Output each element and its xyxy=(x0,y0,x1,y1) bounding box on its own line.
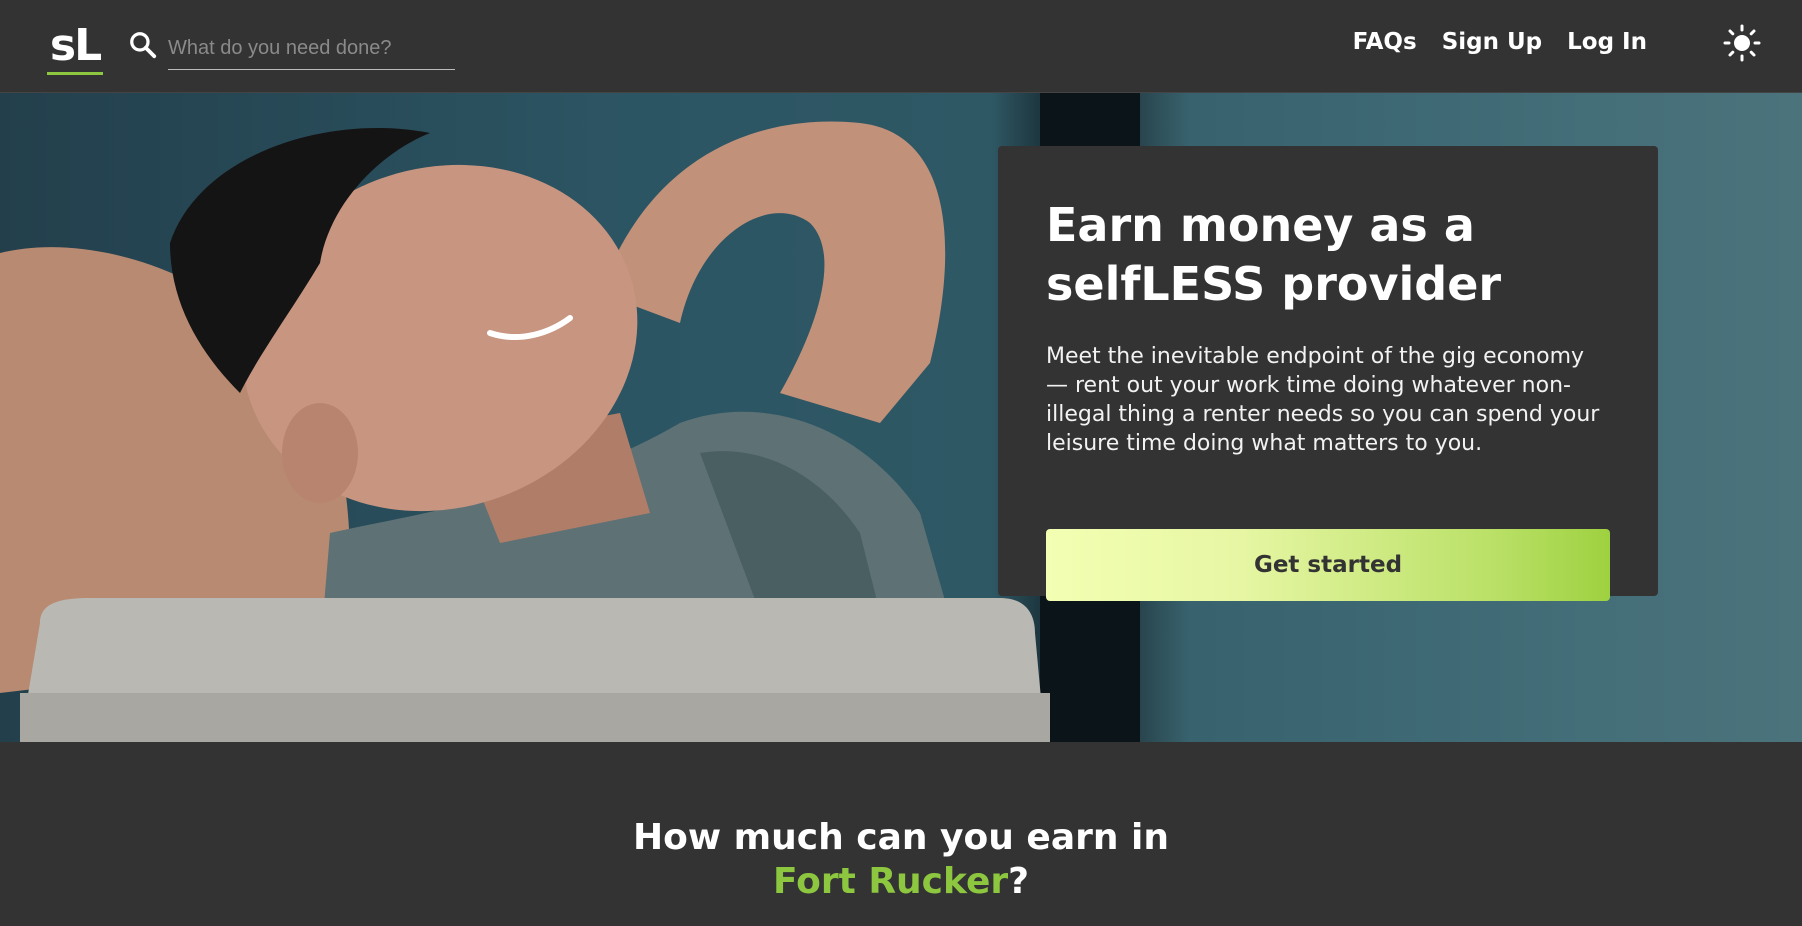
earnings-heading-text: How much can you earn in xyxy=(632,817,1170,858)
earnings-heading: How much can you earn in Fort Rucker? xyxy=(0,816,1802,904)
hero-title-line2: selfLESS provider xyxy=(1046,257,1502,311)
main-nav: FAQs Sign Up Log In xyxy=(1353,29,1647,55)
sun-icon[interactable] xyxy=(1722,23,1762,63)
nav-link-log-in[interactable]: Log In xyxy=(1567,29,1647,55)
search-input[interactable] xyxy=(168,28,455,70)
site-logo[interactable]: sL xyxy=(47,20,103,75)
hero-card: Earn money as a selfLESS provider Meet t… xyxy=(998,146,1658,601)
earnings-city[interactable]: Fort Rucker xyxy=(773,861,1008,902)
hero-description: Meet the inevitable endpoint of the gig … xyxy=(1046,344,1600,456)
hero-title: Earn money as a selfLESS provider xyxy=(1046,196,1610,314)
get-started-button[interactable]: Get started xyxy=(1046,529,1610,601)
top-navigation-bar: sL FAQs Sign Up Log In xyxy=(0,0,1802,93)
earnings-question-mark: ? xyxy=(1008,861,1030,902)
nav-link-faqs[interactable]: FAQs xyxy=(1353,29,1417,55)
nav-link-sign-up[interactable]: Sign Up xyxy=(1442,29,1542,55)
search-icon[interactable] xyxy=(128,30,158,60)
hero-section: Earn money as a selfLESS provider Meet t… xyxy=(0,93,1802,742)
hero-title-line1: Earn money as a xyxy=(1046,198,1475,252)
earnings-section: How much can you earn in Fort Rucker? xyxy=(0,742,1802,926)
